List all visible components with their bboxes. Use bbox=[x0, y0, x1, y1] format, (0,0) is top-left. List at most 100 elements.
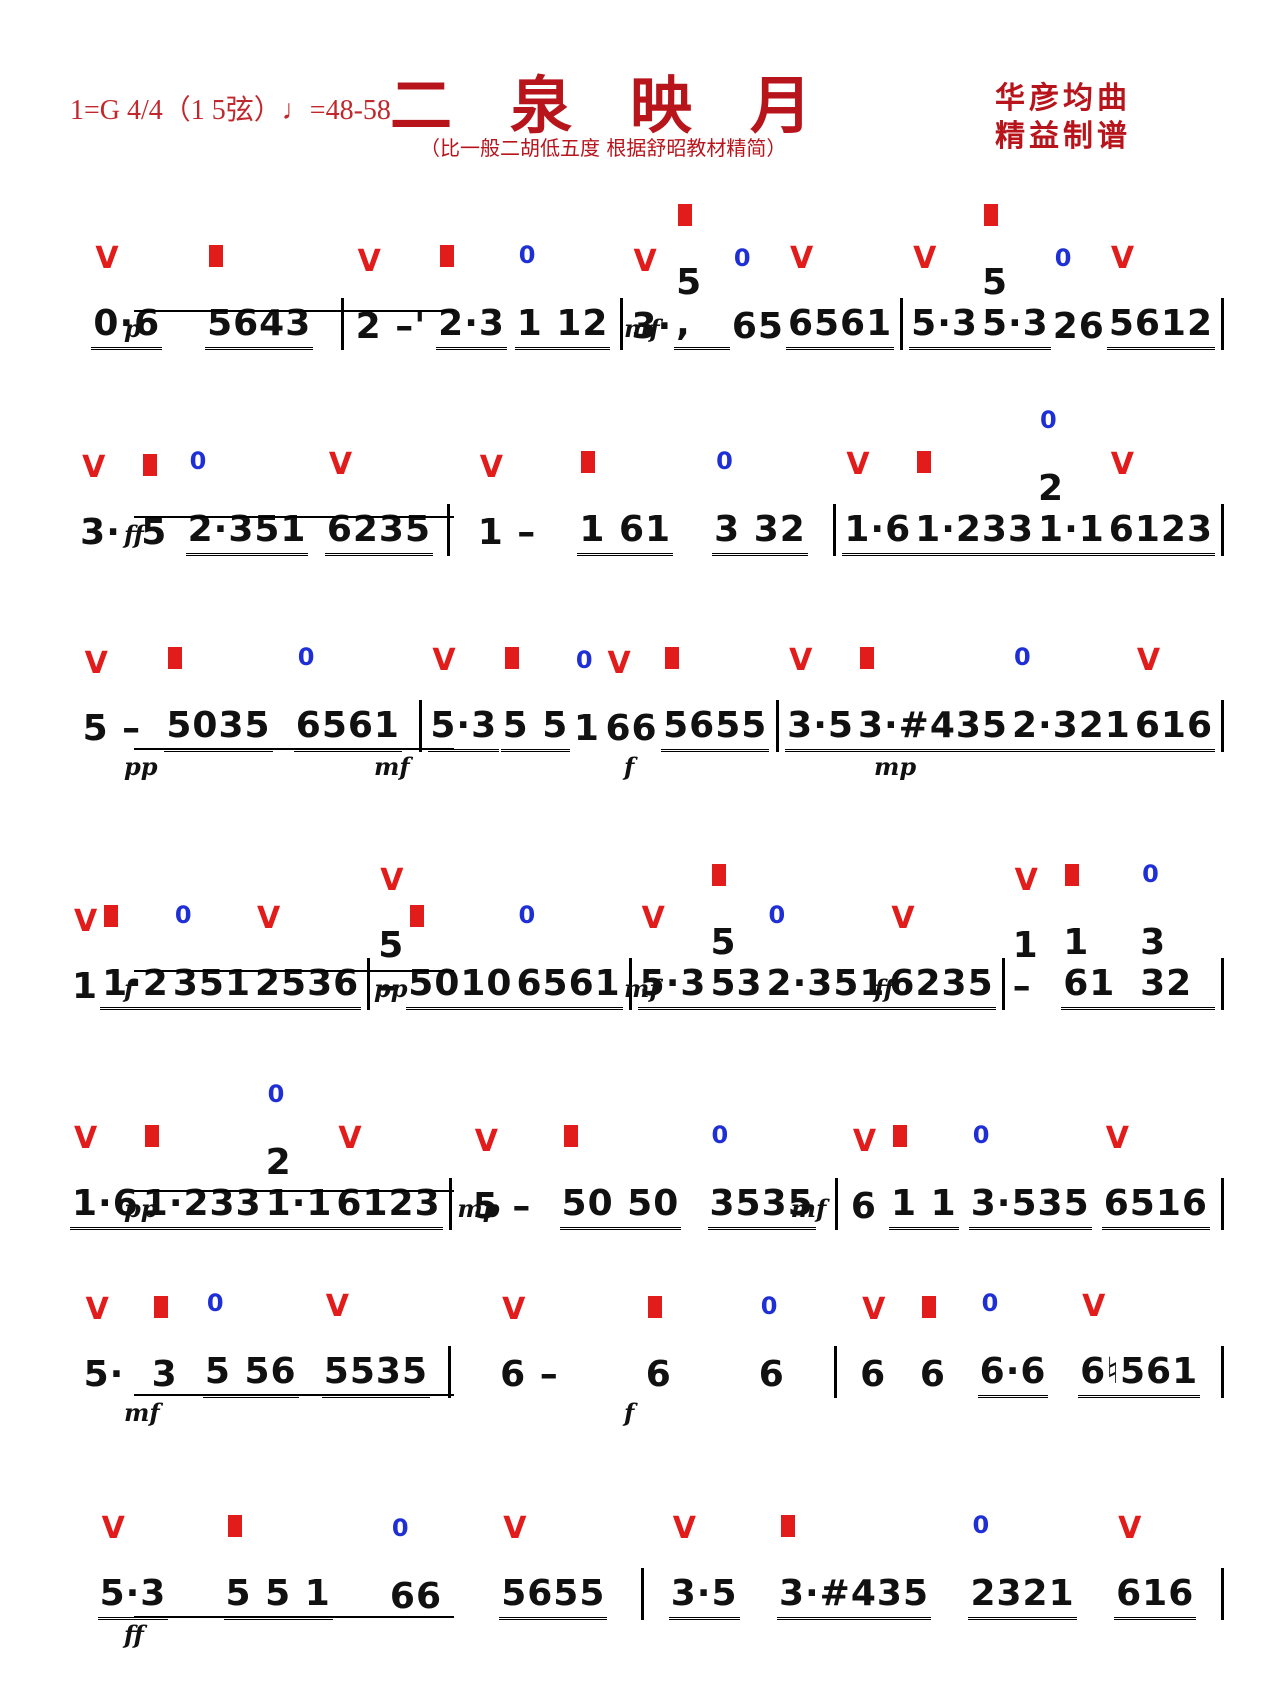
dynamic-marking: ff bbox=[124, 1620, 144, 1649]
hairpin bbox=[134, 970, 454, 972]
hairpin bbox=[134, 1190, 454, 1192]
open-string-icon: 0 bbox=[267, 1080, 286, 1108]
note-group: 6 bbox=[644, 1296, 674, 1398]
dynamic-marking: pp bbox=[124, 1194, 158, 1223]
note-group: 3·535 0 bbox=[968, 1121, 1092, 1230]
note-group: 1 1 bbox=[889, 1125, 959, 1230]
down-bow-icon bbox=[153, 1296, 168, 1318]
dynamic-marking: mf bbox=[790, 1194, 827, 1223]
down-bow-icon bbox=[1065, 864, 1080, 886]
note-group: 5 5 1 bbox=[223, 1515, 333, 1620]
note-group: 6·6 0 bbox=[977, 1289, 1049, 1398]
note-group: 5655 bbox=[661, 647, 770, 752]
open-string-icon: 0 bbox=[972, 1511, 991, 1539]
open-string-icon: 0 bbox=[575, 646, 594, 674]
note-group: 2 1·1 0 bbox=[263, 1080, 335, 1230]
note-group: 6561 0 bbox=[514, 901, 623, 1010]
note-group: 5035 bbox=[164, 647, 273, 752]
bar-line bbox=[1221, 958, 1224, 1010]
note-group: 1V bbox=[72, 904, 99, 1007]
measure: 5·3 V 5 5·3 26 0 5612 V bbox=[903, 204, 1221, 350]
open-string-icon: 0 bbox=[174, 901, 193, 929]
down-bow-icon bbox=[893, 1125, 908, 1147]
dynamic-marking: pp bbox=[124, 752, 158, 781]
up-bow-icon: V bbox=[432, 643, 457, 678]
open-string-icon: 0 bbox=[768, 901, 787, 929]
score-line: 5·3 V 5 5 1 66 0 5655 V 3·5 V 3·#435 2321 0 616 V ff bbox=[64, 1511, 1224, 1649]
up-bow-icon: V bbox=[789, 241, 815, 276]
score-line: 1 V 1·2 351 0 2536 V 5 – V 5010 6561 0 5·3 V 5 53 2·351… bbox=[64, 860, 1224, 1010]
down-bow-icon bbox=[563, 1125, 578, 1147]
note-group: 1 12 0 bbox=[514, 241, 611, 350]
measure: 5 – V 5035 6561 0 bbox=[64, 643, 419, 752]
dynamic-marking: mf bbox=[624, 974, 660, 1003]
up-bow-icon: V bbox=[95, 241, 120, 276]
bar-line bbox=[1221, 1178, 1224, 1230]
dynamic-marking: mp bbox=[874, 752, 917, 781]
dynamic-marking: f bbox=[624, 1398, 635, 1427]
note-group: 5535 V bbox=[321, 1289, 430, 1398]
up-bow-icon: V bbox=[641, 901, 666, 936]
open-string-icon: 0 bbox=[1054, 244, 1073, 272]
measure: 5·3 V 5 5 1 66 0 5655 V bbox=[64, 1511, 641, 1620]
down-bow-icon bbox=[780, 1515, 795, 1537]
hairpin bbox=[134, 516, 454, 518]
note-group: 6561 0 bbox=[293, 643, 402, 752]
note-group: 6♮561 V bbox=[1078, 1289, 1201, 1398]
measure: 3·5 V 3·#435 2·321 0 616 V bbox=[779, 643, 1221, 752]
note-group: 5 5 bbox=[500, 647, 571, 752]
note-group: 1 – V bbox=[477, 450, 537, 553]
note-group: 6V bbox=[860, 1292, 887, 1395]
bar-line bbox=[1221, 1346, 1225, 1398]
down-bow-icon bbox=[143, 454, 158, 476]
note-group: 5 5·3 bbox=[979, 204, 1051, 350]
open-string-icon: 0 bbox=[760, 1292, 779, 1320]
measure: 5·3 V 5 53 2·351 0 6235 V bbox=[632, 864, 1002, 1010]
note-group: 66 0 bbox=[389, 1514, 443, 1617]
note-group: 2 –' V bbox=[355, 244, 427, 347]
note-group: 6 – V bbox=[500, 1292, 559, 1395]
up-bow-icon: V bbox=[338, 1121, 363, 1156]
down-bow-icon bbox=[410, 905, 425, 927]
up-bow-icon: V bbox=[633, 244, 658, 279]
composer: 华彦均曲 bbox=[995, 81, 1131, 116]
down-bow-icon bbox=[440, 245, 455, 267]
dynamic-marking: f bbox=[124, 974, 135, 1003]
up-bow-icon: V bbox=[503, 1511, 528, 1546]
up-bow-icon: V bbox=[357, 244, 382, 279]
note-group: 6V bbox=[850, 1124, 878, 1227]
dynamic-marking: mf bbox=[624, 314, 660, 343]
measure: 1·6 V 1·233 2 1·1 0 6123 V bbox=[836, 406, 1221, 556]
down-bow-icon bbox=[921, 1296, 936, 1318]
up-bow-icon: V bbox=[607, 646, 632, 681]
up-bow-icon: V bbox=[846, 447, 871, 482]
measure: 3·5 V 3·#435 2321 0 616 V bbox=[644, 1511, 1221, 1620]
note-group: 2·351 0 bbox=[764, 901, 888, 1010]
measure: 6V1 1 3·535 0 6516 V bbox=[838, 1121, 1221, 1230]
score-line: 5· V 3 5 56 0 5535 V 6 – V 6 6 0 6 V 6 6·6 0 6♮561 V mf f bbox=[64, 1289, 1225, 1427]
note-group: 616 V bbox=[1114, 1511, 1197, 1620]
note-group: 2 1·1 0 bbox=[1036, 406, 1107, 556]
note-group: 5· V bbox=[83, 1292, 125, 1395]
dynamic-marking: mp bbox=[457, 1194, 500, 1223]
open-string-icon: 0 bbox=[206, 1289, 225, 1317]
measure: 5·3 V 5 5 1 0 66 V 5655 bbox=[422, 643, 777, 752]
note-group: 5·3 V bbox=[909, 241, 980, 350]
note-group: 5 – V bbox=[82, 646, 142, 749]
bar-line bbox=[1221, 504, 1224, 556]
note-group: 3·#435 bbox=[855, 647, 1010, 752]
up-bow-icon: V bbox=[852, 1124, 878, 1159]
down-bow-icon bbox=[647, 1296, 662, 1318]
dynamic-marking: p bbox=[124, 314, 141, 343]
open-string-icon: 0 bbox=[189, 447, 208, 475]
up-bow-icon: V bbox=[1014, 863, 1039, 898]
open-string-icon: 0 bbox=[297, 643, 316, 671]
up-bow-icon: V bbox=[1110, 447, 1136, 482]
measure: 5 – V 50 50 3535 0 bbox=[452, 1121, 835, 1230]
open-string-icon: 0 bbox=[518, 901, 537, 929]
down-bow-icon bbox=[983, 204, 998, 226]
dynamic-marking: ff bbox=[124, 520, 144, 549]
down-bow-icon bbox=[678, 204, 693, 226]
measure: 5· V 3 5 56 0 5535 V bbox=[64, 1289, 448, 1398]
down-bow-icon bbox=[859, 647, 874, 669]
